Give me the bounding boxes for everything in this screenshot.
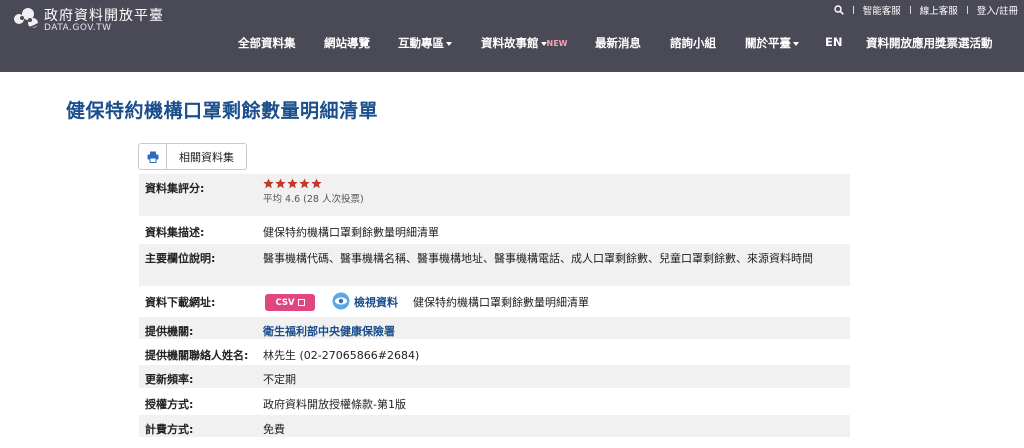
- dataset-details-table: 資料集評分: 平均 4.6 (28 人次投票) 資料集描述: 健保特約機構口罩剩…: [139, 174, 850, 439]
- topbar-divider: [966, 6, 968, 14]
- chevron-down-icon: [446, 41, 452, 46]
- detail-label: 資料集評分:: [145, 182, 205, 195]
- detail-label: 資料下載網址:: [145, 296, 216, 309]
- smart-service-link[interactable]: 智能客服: [863, 3, 901, 17]
- new-badge: NEW: [546, 39, 568, 48]
- site-domain: DATA.GOV.TW: [44, 23, 112, 33]
- detail-row-description: 資料集描述: 健保特約機構口罩剩餘數量明細清單: [139, 218, 850, 244]
- site-title[interactable]: 政府資料開放平臺: [44, 5, 164, 25]
- main-nav: 全部資料集 網站導覽 互動專區 資料故事館 NEW 最新消息 諮詢小組 關於平臺 …: [0, 35, 1024, 53]
- online-service-link[interactable]: 線上客服: [920, 3, 958, 17]
- detail-label: 提供機關:: [145, 325, 194, 338]
- detail-label: 計費方式:: [145, 423, 194, 436]
- related-datasets-button[interactable]: 相關資料集: [166, 143, 247, 170]
- search-icon[interactable]: [834, 5, 844, 15]
- star-icon[interactable]: [311, 178, 322, 189]
- print-button[interactable]: [138, 143, 167, 170]
- detail-label: 更新頻率:: [145, 373, 194, 386]
- site-logo-icon[interactable]: [8, 4, 42, 34]
- star-icon[interactable]: [263, 178, 274, 189]
- star-icon[interactable]: [275, 178, 286, 189]
- page-title: 健保特約機構口罩剩餘數量明細清單: [66, 100, 379, 122]
- contact-value: 林先生 (02-27065866#2684): [263, 349, 420, 362]
- frequency-value: 不定期: [263, 373, 296, 386]
- detail-row-fields: 主要欄位說明: 醫事機構代碼、醫事機構名稱、醫事機構地址、醫事機構電話、成人口罩…: [139, 244, 850, 288]
- detail-row-download: 資料下載網址: CSV 檢視資料 健保特約機構口罩剩餘數量明細清單: [139, 288, 850, 317]
- login-register-link[interactable]: 登入/註冊: [977, 3, 1018, 17]
- fee-value: 免費: [263, 423, 285, 436]
- star-icon[interactable]: [287, 178, 298, 189]
- view-data-link[interactable]: 檢視資料: [354, 294, 398, 310]
- license-value: 政府資料開放授權條款-第1版: [263, 398, 406, 411]
- detail-label: 提供機關聯絡人姓名:: [145, 349, 249, 362]
- resource-name: 健保特約機構口罩剩餘數量明細清單: [413, 296, 589, 309]
- rating-value: 平均 4.6 (28 人次投票): [263, 178, 843, 208]
- detail-row-fee: 計費方式: 免費: [139, 415, 850, 439]
- eye-icon[interactable]: [332, 292, 350, 310]
- provider-link[interactable]: 衛生福利部中央健康保險署: [263, 323, 843, 340]
- rating-summary: 平均 4.6 (28 人次投票): [263, 194, 364, 205]
- detail-label: 主要欄位說明:: [145, 252, 216, 265]
- nav-site-map[interactable]: 網站導覽: [324, 35, 370, 51]
- site-header: 政府資料開放平臺 DATA.GOV.TW 智能客服 線上客服 登入/註冊 全部資…: [0, 0, 1024, 72]
- detail-row-rating: 資料集評分: 平均 4.6 (28 人次投票): [139, 174, 850, 218]
- detail-row-frequency: 更新頻率: 不定期: [139, 365, 850, 390]
- rating-stars[interactable]: [263, 178, 843, 189]
- nav-advisory-group[interactable]: 諮詢小組: [670, 35, 716, 51]
- top-utility-bar: 智能客服 線上客服 登入/註冊: [834, 3, 1018, 17]
- chevron-down-icon: [793, 41, 799, 46]
- nav-latest-news[interactable]: 最新消息: [595, 35, 641, 51]
- detail-label: 資料集描述:: [145, 226, 205, 239]
- detail-row-provider: 提供機關: 衛生福利部中央健康保險署: [139, 317, 850, 341]
- nav-interactive-zone[interactable]: 互動專區: [398, 35, 452, 51]
- nav-all-datasets[interactable]: 全部資料集: [238, 35, 296, 51]
- external-link-icon: [297, 299, 305, 306]
- nav-about[interactable]: 關於平臺: [745, 35, 799, 51]
- detail-label: 授權方式:: [145, 398, 194, 411]
- star-icon[interactable]: [299, 178, 310, 189]
- topbar-divider: [852, 6, 854, 14]
- detail-row-contact: 提供機關聯絡人姓名: 林先生 (02-27065866#2684): [139, 341, 850, 365]
- description-value: 健保特約機構口罩剩餘數量明細清單: [263, 226, 439, 239]
- topbar-divider: [909, 6, 911, 14]
- nav-award-vote[interactable]: 資料開放應用獎票選活動: [866, 35, 993, 51]
- print-icon: [147, 151, 158, 163]
- csv-download-button[interactable]: CSV: [265, 294, 315, 311]
- nav-data-stories[interactable]: 資料故事館 NEW: [481, 35, 567, 51]
- nav-english[interactable]: EN: [825, 35, 842, 49]
- detail-row-license: 授權方式: 政府資料開放授權條款-第1版: [139, 390, 850, 415]
- fields-value: 醫事機構代碼、醫事機構名稱、醫事機構地址、醫事機構電話、成人口罩剩餘數、兒童口罩…: [263, 252, 813, 265]
